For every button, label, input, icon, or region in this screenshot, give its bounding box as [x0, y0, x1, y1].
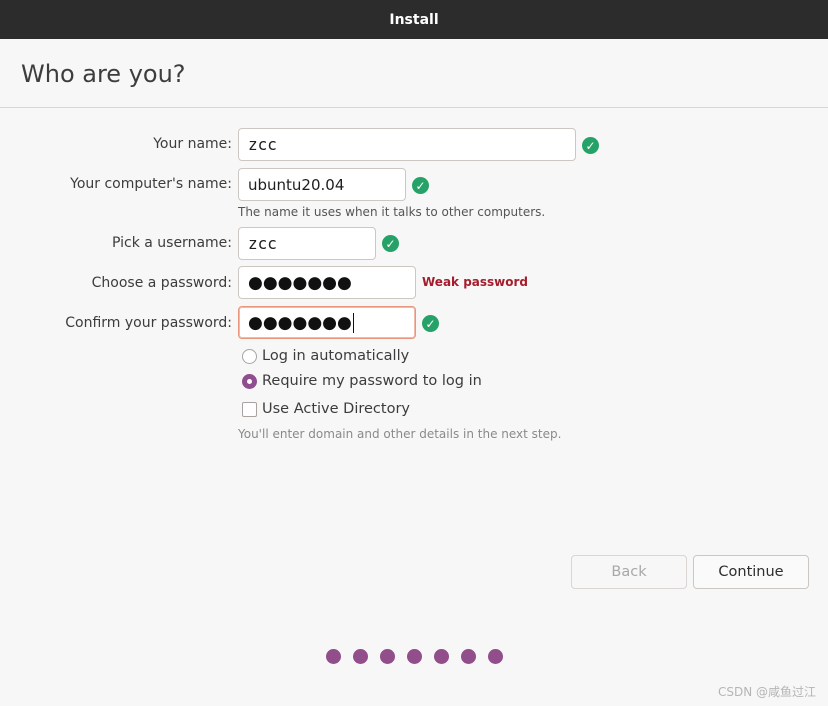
active-directory-label: Use Active Directory — [262, 401, 410, 417]
computer-name-hint: The name it uses when it talks to other … — [238, 205, 546, 219]
password-dots: ●●●●●●● — [248, 272, 352, 293]
progress-dots — [326, 649, 515, 664]
page-title: Who are you? — [21, 60, 186, 88]
login-automatically-label: Log in automatically — [262, 348, 410, 364]
require-password-label: Require my password to log in — [262, 373, 482, 389]
computer-name-valid-check-icon: ✓ — [412, 177, 429, 194]
name-valid-check-icon: ✓ — [582, 137, 599, 154]
password-label: Choose a password: — [91, 275, 232, 291]
progress-dot — [434, 649, 449, 664]
require-password-option[interactable]: Require my password to log in — [242, 373, 482, 389]
back-button[interactable]: Back — [571, 555, 687, 589]
computer-name-value: ubuntu20.04 — [248, 175, 345, 194]
password-strength: Weak password — [422, 275, 529, 289]
username-input[interactable]: zcc — [238, 227, 376, 260]
username-valid-check-icon: ✓ — [382, 235, 399, 252]
login-automatically-option[interactable]: Log in automatically — [242, 348, 409, 364]
progress-dot — [488, 649, 503, 664]
confirm-password-dots: ●●●●●●● — [248, 312, 352, 333]
progress-dot — [326, 649, 341, 664]
radio-selected-icon[interactable] — [242, 373, 257, 389]
progress-dot — [380, 649, 395, 664]
window-titlebar: Install — [0, 0, 828, 39]
your-name-input[interactable]: zcc — [238, 128, 576, 161]
confirm-password-input[interactable]: ●●●●●●● — [238, 306, 416, 339]
computer-name-input[interactable]: ubuntu20.04 — [238, 168, 406, 201]
confirm-valid-check-icon: ✓ — [422, 315, 439, 332]
username-value: zcc — [248, 234, 277, 253]
your-name-label: Your name: — [153, 136, 232, 152]
confirm-password-label: Confirm your password: — [65, 315, 232, 331]
computer-name-label: Your computer's name: — [70, 176, 232, 192]
active-directory-option[interactable]: Use Active Directory — [242, 401, 410, 417]
continue-button[interactable]: Continue — [693, 555, 809, 589]
your-name-value: zcc — [248, 135, 277, 154]
active-directory-hint: You'll enter domain and other details in… — [238, 427, 562, 441]
text-caret — [352, 312, 354, 333]
password-input[interactable]: ●●●●●●● — [238, 266, 416, 299]
username-label: Pick a username: — [111, 235, 232, 251]
window-title: Install — [389, 11, 439, 28]
progress-dot — [353, 649, 368, 664]
progress-dot — [407, 649, 422, 664]
checkbox-icon[interactable] — [242, 401, 257, 417]
watermark: CSDN @咸鱼过江 — [717, 685, 816, 699]
progress-dot — [461, 649, 476, 664]
header-divider — [0, 107, 828, 108]
radio-icon[interactable] — [242, 348, 257, 364]
